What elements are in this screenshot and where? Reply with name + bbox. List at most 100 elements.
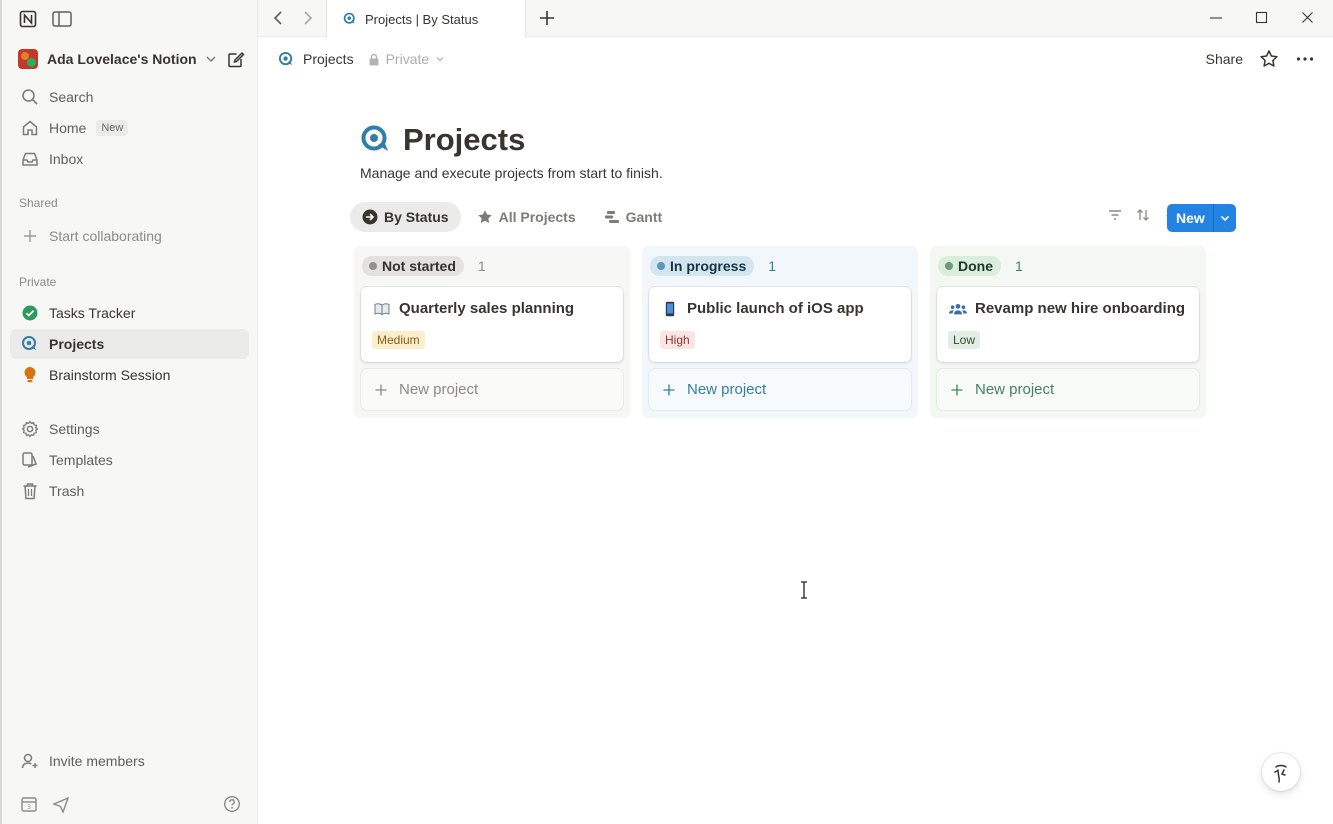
header-actions: Share xyxy=(1206,37,1315,81)
status-dot xyxy=(369,262,377,270)
minimize-icon[interactable] xyxy=(1209,10,1223,26)
new-project-button[interactable]: New project xyxy=(937,369,1199,410)
sidebar-item-label: Settings xyxy=(49,421,100,437)
home-icon xyxy=(20,118,40,138)
ai-help-button[interactable] xyxy=(1262,753,1300,791)
sidebar-item-inbox[interactable]: Inbox xyxy=(10,144,249,174)
privacy-label: Private xyxy=(385,51,430,67)
column-count: 1 xyxy=(768,258,777,274)
chevron-down-icon[interactable] xyxy=(1214,212,1231,224)
private-section-label: Private xyxy=(19,275,57,289)
status-pill[interactable]: Done xyxy=(938,256,1001,276)
status-dot xyxy=(945,262,953,270)
status-pill[interactable]: In progress xyxy=(650,256,755,276)
lightbulb-icon xyxy=(20,365,40,385)
sidebar: Ada Lovelace's Notion Search Home New In… xyxy=(0,0,258,824)
sidebar-toggle-icon[interactable] xyxy=(52,9,72,29)
new-button[interactable]: New xyxy=(1167,204,1236,232)
sidebar-item-label: Projects xyxy=(49,336,105,352)
sidebar-item-search[interactable]: Search xyxy=(10,82,249,112)
add-user-icon xyxy=(20,751,40,771)
tab-all-projects[interactable]: All Projects xyxy=(465,202,588,232)
new-button-label: New xyxy=(1176,210,1205,226)
gear-icon xyxy=(20,419,40,439)
new-page-icon[interactable] xyxy=(227,50,245,68)
invite-members-button[interactable]: Invite members xyxy=(10,746,249,776)
column-header: Not started 1 xyxy=(362,256,486,276)
trash-icon xyxy=(20,481,40,501)
priority-tag: Low xyxy=(948,331,981,349)
tab-title: Projects | By Status xyxy=(365,11,479,27)
sidebar-item-trash[interactable]: Trash xyxy=(10,476,249,506)
project-card[interactable]: Quarterly sales planning Medium xyxy=(361,287,623,362)
status-dot xyxy=(657,262,665,270)
sidebar-item-label: Tasks Tracker xyxy=(49,305,136,321)
column-header: Done 1 xyxy=(938,256,1023,276)
lock-icon xyxy=(368,53,380,66)
privacy-dropdown[interactable]: Private xyxy=(368,51,446,67)
sidebar-item-label: Trash xyxy=(49,483,85,499)
notion-logo-icon[interactable] xyxy=(18,9,38,29)
share-button[interactable]: Share xyxy=(1206,51,1243,67)
templates-icon xyxy=(20,450,40,470)
sidebar-item-brainstorm-session[interactable]: Brainstorm Session xyxy=(10,360,249,390)
card-title: Quarterly sales planning xyxy=(373,300,574,317)
star-icon[interactable] xyxy=(1259,49,1279,69)
workspace-avatar xyxy=(18,49,38,69)
text-cursor-icon xyxy=(799,581,809,599)
filter-icon[interactable] xyxy=(1107,207,1123,223)
forward-arrow-icon[interactable] xyxy=(298,8,316,28)
new-project-label: New project xyxy=(687,381,767,398)
priority-tag: High xyxy=(660,331,695,349)
start-collaborating-button[interactable]: Start collaborating xyxy=(10,221,249,251)
workspace-name: Ada Lovelace's Notion xyxy=(47,51,197,67)
sidebar-top-bar xyxy=(2,0,257,37)
board-column-in-progress: In progress 1 Public launch of iOS app H… xyxy=(642,246,918,418)
new-project-button[interactable]: New project xyxy=(649,369,911,410)
maximize-icon[interactable] xyxy=(1255,10,1269,26)
breadcrumb[interactable]: Projects xyxy=(278,51,354,68)
sidebar-item-settings[interactable]: Settings xyxy=(10,414,249,444)
help-circle-icon[interactable] xyxy=(223,795,241,813)
projects-icon xyxy=(278,51,295,68)
priority-tag: Medium xyxy=(372,331,425,349)
project-card[interactable]: Revamp new hire onboarding Low xyxy=(937,287,1199,362)
card-title-text: Revamp new hire onboarding xyxy=(975,300,1186,317)
sidebar-item-label: Templates xyxy=(49,452,113,468)
new-project-button[interactable]: New project xyxy=(361,369,623,410)
sort-icon[interactable] xyxy=(1135,207,1151,223)
tab-gantt[interactable]: Gantt xyxy=(592,202,675,232)
svg-text:3: 3 xyxy=(27,804,31,811)
project-card[interactable]: Public launch of iOS app High xyxy=(649,287,911,362)
ai-face-icon xyxy=(1270,761,1292,783)
more-options-icon[interactable] xyxy=(1295,49,1315,69)
view-tab-label: Gantt xyxy=(625,209,663,225)
view-tab-label: By Status xyxy=(384,209,449,225)
back-arrow-icon[interactable] xyxy=(270,8,288,28)
sidebar-item-home[interactable]: Home New xyxy=(10,113,249,143)
page-description[interactable]: Manage and execute projects from start t… xyxy=(360,165,663,181)
page-title[interactable]: Projects xyxy=(403,122,525,158)
sidebar-item-label: Invite members xyxy=(49,753,145,769)
column-header: In progress 1 xyxy=(650,256,776,276)
projects-icon xyxy=(20,334,40,354)
status-pill[interactable]: Not started xyxy=(362,256,464,276)
page-icon[interactable] xyxy=(360,124,392,158)
workspace-switcher[interactable]: Ada Lovelace's Notion xyxy=(18,45,245,73)
title-bar: Projects | By Status xyxy=(258,0,1333,38)
sidebar-footer: 3 xyxy=(2,784,257,824)
browser-tab[interactable]: Projects | By Status xyxy=(326,0,526,38)
projects-icon xyxy=(343,12,357,26)
card-title-text: Public launch of iOS app xyxy=(687,300,864,317)
send-icon[interactable] xyxy=(52,795,70,813)
close-icon[interactable] xyxy=(1301,10,1315,26)
card-title-text: Quarterly sales planning xyxy=(399,300,575,317)
calendar-icon[interactable]: 3 xyxy=(20,795,38,813)
sidebar-item-projects[interactable]: Projects xyxy=(10,329,249,359)
star-icon xyxy=(477,209,493,225)
board-column-not-started: Not started 1 Quarterly sales planning M… xyxy=(354,246,630,418)
sidebar-item-templates[interactable]: Templates xyxy=(10,445,249,475)
new-tab-icon[interactable] xyxy=(538,9,556,27)
sidebar-item-tasks-tracker[interactable]: Tasks Tracker xyxy=(10,298,249,328)
tab-by-status[interactable]: By Status xyxy=(350,202,461,232)
